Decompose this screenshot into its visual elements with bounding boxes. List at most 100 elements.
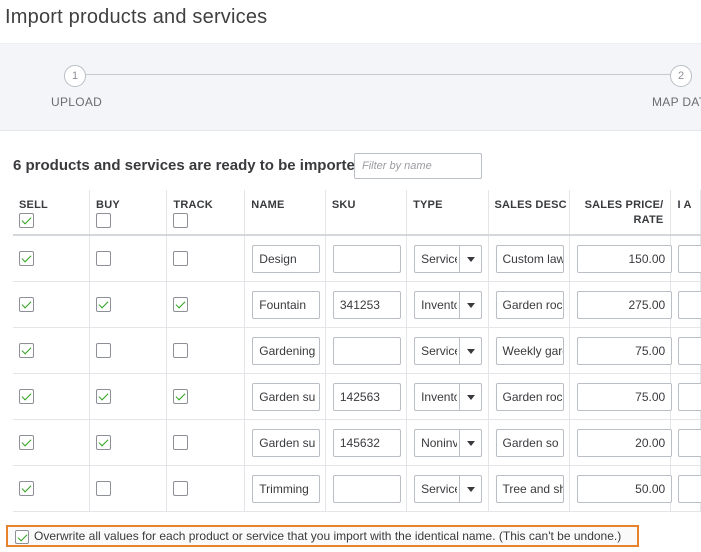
buy-checkbox[interactable]	[96, 434, 112, 450]
sku-column-header: SKU	[325, 190, 408, 236]
select-all-sell-checkbox[interactable]	[19, 213, 34, 228]
sku-input[interactable]: 142563	[332, 382, 401, 411]
sell-column-header: SELL	[13, 190, 91, 236]
sell-checkbox[interactable]	[19, 342, 34, 358]
sales-desc-input[interactable]: Tree and sh	[495, 474, 564, 503]
type-value: Noninventory	[421, 435, 458, 450]
type-select[interactable]: Service	[414, 474, 483, 503]
next-column-cell	[670, 419, 701, 466]
sku-cell: 145632	[325, 419, 408, 466]
type-value: Inventory	[421, 297, 457, 312]
caret-down-icon	[467, 394, 476, 400]
name-input[interactable]: Garden su	[252, 382, 321, 411]
name-input[interactable]: Garden su	[252, 428, 321, 457]
sku-input[interactable]	[332, 474, 401, 503]
type-select[interactable]: Inventory	[414, 382, 483, 411]
sales-price-input[interactable]: 275.00	[577, 290, 673, 319]
sell-checkbox[interactable]	[19, 251, 34, 266]
sell-checkbox[interactable]	[19, 388, 34, 404]
sku-cell	[325, 327, 408, 374]
next-column-input[interactable]	[678, 382, 701, 411]
sales-price-input[interactable]: 20.00	[577, 428, 673, 457]
type-select[interactable]: Service	[414, 245, 483, 273]
table-row: Garden su 145632 Noninventory Garden so 20.0…	[13, 419, 701, 466]
next-column-input[interactable]	[678, 245, 701, 273]
track-checkbox[interactable]	[173, 480, 189, 496]
checkmark-icon	[98, 436, 109, 446]
sku-input[interactable]	[332, 336, 401, 365]
buy-checkbox[interactable]	[96, 342, 112, 358]
sales-price-input[interactable]: 150.00	[577, 245, 673, 273]
type-column-header: TYPE	[406, 190, 489, 236]
sell-checkbox[interactable]	[19, 296, 34, 312]
type-value: Service	[421, 252, 457, 266]
track-cell	[166, 235, 246, 282]
sales-price-input[interactable]: 75.00	[577, 336, 673, 365]
track-cell	[166, 281, 246, 328]
name-cell: Design	[244, 235, 326, 282]
checkmark-icon	[98, 298, 109, 308]
sell-checkbox[interactable]	[19, 480, 34, 496]
sales-desc-input[interactable]: Garden rock	[495, 382, 564, 411]
page-title: Import products and services	[5, 6, 268, 28]
track-checkbox[interactable]	[173, 388, 189, 404]
select-divider	[459, 246, 461, 272]
table-row: Gardening Service Weekly garden 75.00	[13, 327, 701, 374]
filter-by-name-input[interactable]	[354, 153, 482, 179]
sales-price-input[interactable]: 50.00	[577, 474, 673, 503]
overwrite-checkbox[interactable]	[15, 530, 29, 544]
name-input[interactable]: Design	[252, 245, 321, 273]
track-checkbox[interactable]	[173, 434, 189, 450]
type-value: Service	[421, 343, 457, 358]
sales-price-cell: 50.00	[569, 465, 673, 512]
sales-price-input[interactable]: 75.00	[577, 382, 673, 411]
checkmark-icon	[21, 436, 32, 446]
name-input[interactable]: Fountain	[252, 290, 321, 319]
sku-input[interactable]: 341253	[332, 290, 401, 319]
name-input[interactable]: Gardening	[252, 336, 321, 365]
name-input[interactable]: Trimming	[252, 474, 321, 503]
table-row: Trimming Service Tree and sh 50.00	[13, 465, 701, 512]
buy-checkbox[interactable]	[96, 480, 112, 496]
sales-desc-input[interactable]: Weekly garden	[495, 336, 564, 365]
sales-desc-cell: Garden rock	[488, 281, 571, 328]
sku-input[interactable]: 145632	[332, 428, 401, 457]
next-column-input[interactable]	[678, 336, 701, 365]
type-value: Inventory	[421, 389, 457, 404]
buy-checkbox[interactable]	[96, 251, 112, 266]
next-column-input[interactable]	[678, 474, 701, 503]
caret-down-icon	[467, 486, 476, 492]
overwrite-option: Overwrite all values for each product or…	[6, 525, 639, 547]
sales-price-cell: 75.00	[569, 373, 673, 420]
checkmark-icon	[21, 390, 32, 400]
track-checkbox[interactable]	[173, 342, 189, 358]
buy-checkbox[interactable]	[96, 296, 112, 312]
type-select[interactable]: Inventory	[414, 290, 483, 319]
sell-cell	[13, 281, 91, 328]
track-checkbox[interactable]	[173, 296, 189, 312]
type-select[interactable]: Service	[414, 336, 483, 365]
sales-price-column-header: SALES PRICE/ RATE	[569, 190, 672, 236]
sales-desc-input[interactable]: Garden rock	[495, 290, 564, 319]
ready-count-text: 6 products and services are ready to be …	[13, 157, 364, 174]
type-cell: Noninventory	[406, 419, 489, 466]
sku-cell	[325, 235, 408, 282]
type-select[interactable]: Noninventory	[414, 428, 483, 457]
next-column-input[interactable]	[678, 290, 701, 319]
sku-cell: 142563	[325, 373, 408, 420]
step-1-circle: 1	[64, 65, 86, 87]
next-column-input[interactable]	[678, 428, 701, 457]
buy-checkbox[interactable]	[96, 388, 112, 404]
sales-desc-cell: Garden rock	[488, 373, 571, 420]
sell-cell	[13, 235, 91, 282]
sku-input[interactable]	[332, 245, 401, 273]
checkmark-icon	[21, 298, 32, 308]
track-checkbox[interactable]	[173, 251, 189, 266]
caret-down-icon	[467, 302, 476, 308]
type-cell: Inventory	[406, 281, 489, 328]
sales-desc-input[interactable]: Garden so	[495, 428, 564, 457]
select-all-track-checkbox[interactable]	[173, 213, 189, 228]
select-all-buy-checkbox[interactable]	[96, 213, 112, 228]
sales-desc-input[interactable]: Custom lawn	[495, 245, 564, 273]
sell-checkbox[interactable]	[19, 434, 34, 450]
